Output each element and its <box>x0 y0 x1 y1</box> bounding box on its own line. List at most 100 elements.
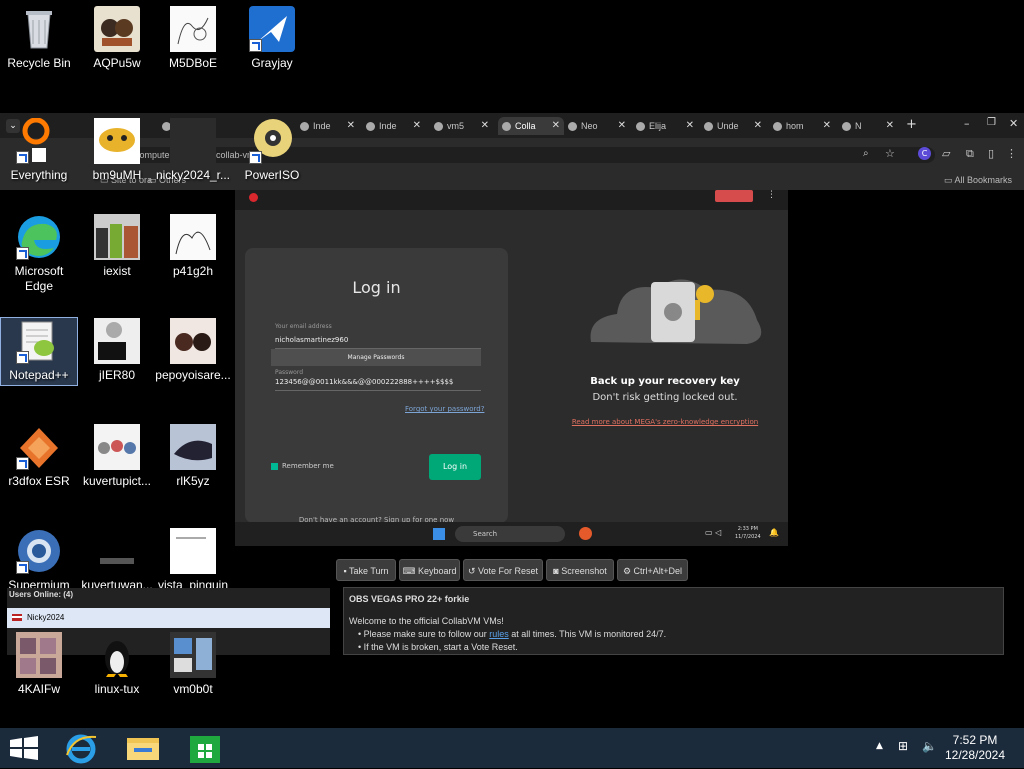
desktop-icon-rlk5yz[interactable]: rlK5yz <box>155 424 231 489</box>
close-window-icon[interactable]: ✕ <box>1009 117 1018 130</box>
email-field[interactable]: nicholasmartinez960 <box>275 336 481 349</box>
keyboard-button[interactable]: ⌨ Keyboard <box>399 559 460 581</box>
bookmark-star-icon[interactable]: ☆ <box>885 147 895 160</box>
remember-me-checkbox[interactable]: Remember me <box>271 462 334 470</box>
recovery-link[interactable]: Read more about MEGA's zero-knowledge en… <box>555 418 775 426</box>
manage-passwords-button[interactable]: Manage Passwords <box>271 349 481 366</box>
browser-tab[interactable]: Unde ✕ <box>704 117 762 135</box>
desktop-icon-poweriso[interactable]: PowerISO <box>234 118 310 183</box>
desktop-icon-notepadpp[interactable]: Notepad++ <box>0 317 78 386</box>
volume-muted-icon[interactable]: 🔈 <box>922 739 937 753</box>
desktop-icon-p41g2h[interactable]: p41g2h <box>155 214 231 279</box>
desktop-icon-supermium[interactable]: Supermium <box>1 528 77 593</box>
extension-c-icon[interactable]: C <box>918 147 931 160</box>
notepadpp-icon <box>16 318 62 364</box>
desktop-icon-kuvertupict[interactable]: kuvertupict... <box>79 424 155 489</box>
tab-close-icon[interactable]: ✕ <box>347 117 355 135</box>
file-explorer-icon[interactable] <box>126 734 160 766</box>
tab-close-icon[interactable]: ✕ <box>552 117 560 135</box>
image-file-icon <box>170 118 216 164</box>
desktop-icon-grayjay[interactable]: Grayjay <box>234 6 310 71</box>
tab-favicon-icon <box>502 122 511 132</box>
login-button[interactable]: Log in <box>429 454 481 480</box>
new-tab-icon[interactable]: + <box>906 117 917 132</box>
ctrl-alt-del-button[interactable]: ⚙ Ctrl+Alt+Del <box>617 559 688 581</box>
browser-tab[interactable]: Inde ✕ <box>366 117 421 135</box>
extension-icon[interactable]: ▱ <box>942 147 950 160</box>
password-label: Password <box>275 369 304 376</box>
vm-menu-icon[interactable]: ⋮ <box>767 190 776 200</box>
desktop-icon-4kaifw[interactable]: 4KAIFw <box>1 632 77 697</box>
network-tray-icon[interactable]: ⊞ <box>898 739 908 753</box>
vm-red-button[interactable] <box>715 190 753 202</box>
forgot-password-link[interactable]: Forgot your password? <box>405 405 484 413</box>
desktop-icon-vista-pinguin[interactable]: vista_pinguin <box>155 528 231 593</box>
minimize-icon[interactable]: – <box>964 117 970 130</box>
tray-expand-icon[interactable]: ▲ <box>876 741 883 751</box>
shortcut-arrow-icon <box>16 561 29 574</box>
image-file-icon <box>170 318 216 364</box>
desktop-icon-jier80[interactable]: jIER80 <box>79 318 155 383</box>
vm-browser-top: ⋮ <box>235 190 788 210</box>
desktop-icon-kuvertuwan[interactable]: kuvertuwan... <box>79 528 155 593</box>
desktop-icon-vm0b0t[interactable]: vm0b0t <box>155 632 231 697</box>
chat-message: Welcome to the official CollabVM VMs! <box>349 616 504 626</box>
desktop-icon-m5dboe[interactable]: M5DBoE <box>155 6 231 71</box>
browser-tab-active[interactable]: Colla ✕ <box>498 117 564 135</box>
shortcut-arrow-icon <box>249 151 262 164</box>
windows-start-icon[interactable] <box>10 736 38 764</box>
tab-close-icon[interactable]: ✕ <box>686 117 694 135</box>
take-turn-button[interactable]: ▪ Take Turn <box>336 559 396 581</box>
tab-close-icon[interactable]: ✕ <box>823 117 831 135</box>
vm-firefox-icon[interactable] <box>579 527 592 540</box>
chrome-menu-icon[interactable]: ⋮ <box>1006 147 1017 160</box>
user-list-item[interactable]: Nicky2024 <box>7 608 330 628</box>
vm-windows-start-icon[interactable] <box>433 528 445 540</box>
browser-tab[interactable]: Elija ✕ <box>636 117 694 135</box>
desktop-icon-microsoft-edge[interactable]: Microsoft Edge <box>1 214 77 294</box>
system-clock[interactable]: 7:52 PM 12/28/2024 <box>940 733 1010 763</box>
shortcut-arrow-icon <box>16 151 29 164</box>
desktop-icon-iexist[interactable]: iexist <box>79 214 155 279</box>
supermium-browser-icon <box>16 528 62 574</box>
vm-screen[interactable]: ⋮ Log in Your email address nicholasmart… <box>235 190 788 546</box>
desktop-icon-pepoyoisare[interactable]: pepoyoisare... <box>155 318 231 383</box>
restore-icon[interactable]: ❐ <box>987 117 996 128</box>
extensions-puzzle-icon[interactable]: ⧉ <box>966 147 974 161</box>
users-online-header: Users Online: (4) <box>9 590 74 599</box>
browser-tab[interactable]: N ✕ <box>842 117 894 135</box>
vm-notification-icon[interactable]: 🔔 <box>769 528 779 537</box>
sidebar-icon[interactable]: ▯ <box>988 147 994 160</box>
rules-link[interactable]: rules <box>489 629 509 639</box>
desktop-icon-nicky2024[interactable]: nicky2024_r... <box>155 118 231 183</box>
windows-store-icon[interactable] <box>189 732 221 768</box>
desktop-icon-r3dfox[interactable]: r3dfox ESR <box>1 424 77 489</box>
all-bookmarks[interactable]: ▭ All Bookmarks <box>944 175 1012 186</box>
desktop-icon-recycle-bin[interactable]: Recycle Bin <box>1 6 77 71</box>
tab-close-icon[interactable]: ✕ <box>413 117 421 135</box>
browser-tab[interactable]: hom ✕ <box>773 117 831 135</box>
desktop-icon-bm9umh[interactable]: bm9uMH <box>79 118 155 183</box>
zoom-icon[interactable]: ⌕ <box>863 148 869 159</box>
vm-taskbar-search[interactable]: Search <box>455 526 565 542</box>
password-field[interactable]: 123456@@0011kk&&&@@000222888++++$$$$ <box>275 378 481 391</box>
tab-close-icon[interactable]: ✕ <box>754 117 762 135</box>
button-label: Take Turn <box>349 566 389 576</box>
internet-explorer-icon[interactable] <box>64 731 98 769</box>
vm-taskbar: Search ▭ ◁ 2:33 PM 11/7/2024 🔔 <box>235 522 788 546</box>
desktop-icon-everything[interactable]: Everything <box>1 117 77 183</box>
browser-tab[interactable]: vm5 ✕ <box>434 117 489 135</box>
browser-tab[interactable]: Neo ✕ <box>568 117 626 135</box>
tab-close-icon[interactable]: ✕ <box>618 117 626 135</box>
desktop-icon-aqpu5w[interactable]: AQPu5w <box>79 6 155 71</box>
vm-network-icon: ▭ ◁ <box>705 528 722 537</box>
button-label: Ctrl+Alt+Del <box>633 566 683 576</box>
tab-close-icon[interactable]: ✕ <box>886 117 894 135</box>
screenshot-button[interactable]: ◙ Screenshot <box>546 559 614 581</box>
desktop-icon-linux-tux[interactable]: linux-tux <box>79 632 155 697</box>
poweriso-disc-icon <box>249 118 295 164</box>
tab-favicon-icon <box>366 122 375 132</box>
vote-reset-button[interactable]: ↺ Vote For Reset <box>463 559 543 581</box>
tab-close-icon[interactable]: ✕ <box>481 117 489 135</box>
user-name: Nicky2024 <box>27 613 65 622</box>
